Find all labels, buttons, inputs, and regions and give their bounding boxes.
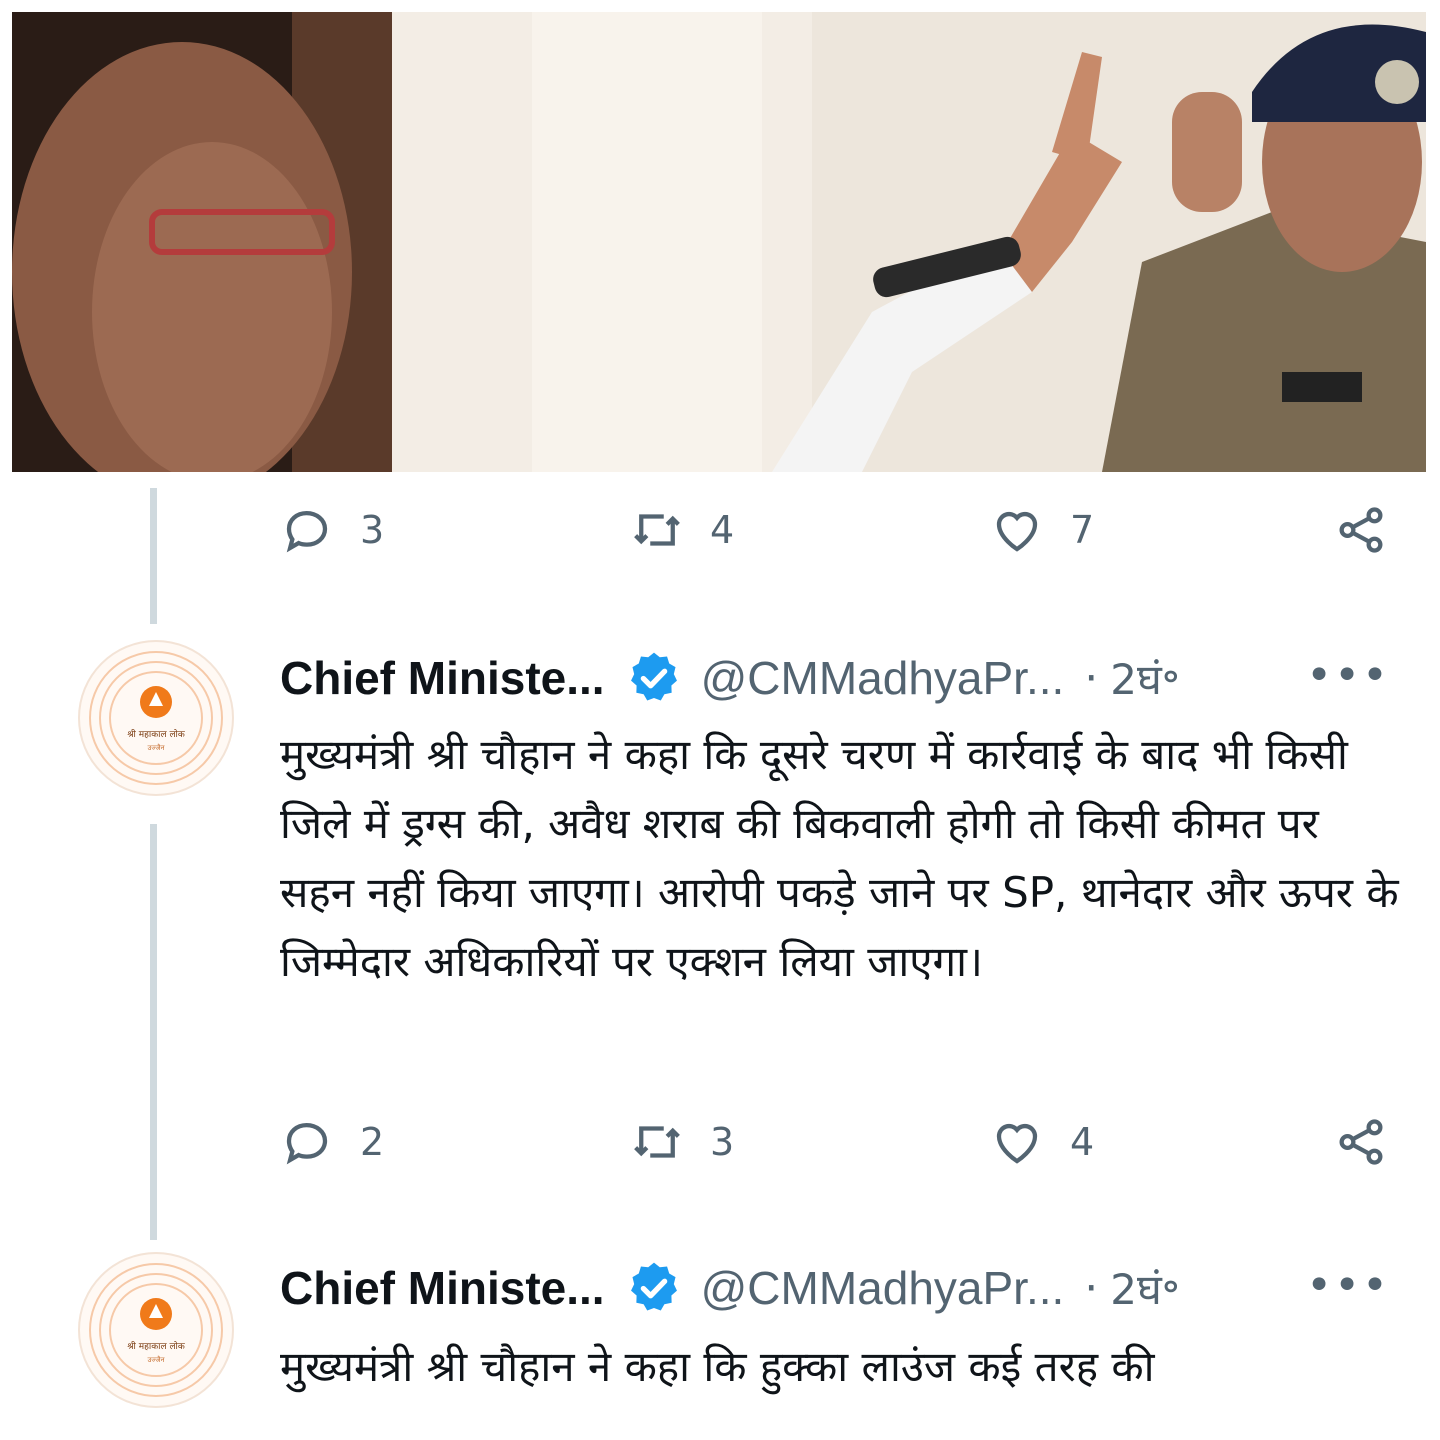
reply-count: 3 — [360, 508, 385, 552]
author-name[interactable]: Chief Ministe... — [280, 651, 605, 705]
share-icon — [1339, 507, 1383, 553]
tweet-actions: 2 3 4 — [280, 1112, 1400, 1172]
share-button[interactable] — [1334, 1112, 1388, 1172]
author-handle[interactable]: @CMMadhyaPr... — [701, 651, 1065, 705]
timestamp[interactable]: 2घं॰ — [1110, 650, 1179, 707]
reply-icon — [286, 510, 328, 553]
reply-button[interactable]: 3 — [280, 500, 384, 560]
verified-badge-icon — [630, 1262, 677, 1311]
avatar[interactable]: श्री महाकाल लोक उज्जैन — [78, 640, 234, 796]
reply-button[interactable]: 2 — [280, 1112, 384, 1172]
verified-badge-icon — [630, 652, 677, 701]
author-handle[interactable]: @CMMadhyaPr... — [701, 1261, 1065, 1315]
retweet-button[interactable]: 4 — [630, 500, 734, 560]
retweet-count: 4 — [710, 508, 735, 552]
avatar-logo-text: श्री महाकाल लोक — [127, 1340, 186, 1352]
like-button[interactable]: 7 — [990, 500, 1094, 560]
share-button[interactable] — [1334, 500, 1388, 560]
separator: · — [1084, 1262, 1099, 1314]
avatar-logo-subtext: उज्जैन — [148, 1355, 165, 1364]
tweet-text: मुख्यमंत्री श्री चौहान ने कहा कि हुक्का … — [280, 1342, 1155, 1391]
more-options-button[interactable]: ••• — [1306, 650, 1390, 701]
retweet-count: 3 — [710, 1120, 735, 1164]
heart-icon — [996, 512, 1038, 552]
separator: · — [1084, 652, 1099, 704]
tweet-header: Chief Ministe... @CMMadhyaPr... · 2घं॰ •… — [280, 1256, 1390, 1320]
share-icon — [1339, 1119, 1383, 1165]
tweet-photo[interactable] — [12, 12, 1426, 472]
author-name[interactable]: Chief Ministe... — [280, 1261, 605, 1315]
like-count: 7 — [1070, 508, 1095, 552]
like-count: 4 — [1070, 1120, 1095, 1164]
tweet-header: Chief Ministe... @CMMadhyaPr... · 2घं॰ •… — [280, 646, 1390, 710]
retweet-icon — [634, 1126, 680, 1158]
more-options-button[interactable]: ••• — [1306, 1260, 1390, 1311]
retweet-icon — [634, 514, 680, 546]
heart-icon — [996, 1124, 1038, 1164]
reply-icon — [286, 1122, 328, 1165]
tweet-actions: 3 4 7 — [280, 500, 1400, 560]
avatar-logo-text: श्री महाकाल लोक — [127, 728, 186, 740]
tweet-text: मुख्यमंत्री श्री चौहान ने कहा कि दूसरे च… — [280, 730, 1399, 986]
like-button[interactable]: 4 — [990, 1112, 1094, 1172]
avatar-logo-subtext: उज्जैन — [148, 743, 165, 752]
thread-line — [150, 488, 157, 624]
retweet-button[interactable]: 3 — [630, 1112, 734, 1172]
reply-count: 2 — [360, 1120, 385, 1164]
avatar[interactable]: श्री महाकाल लोक उज्जैन — [78, 1252, 234, 1408]
timestamp[interactable]: 2घं॰ — [1110, 1260, 1179, 1317]
thread-line — [150, 824, 157, 1240]
